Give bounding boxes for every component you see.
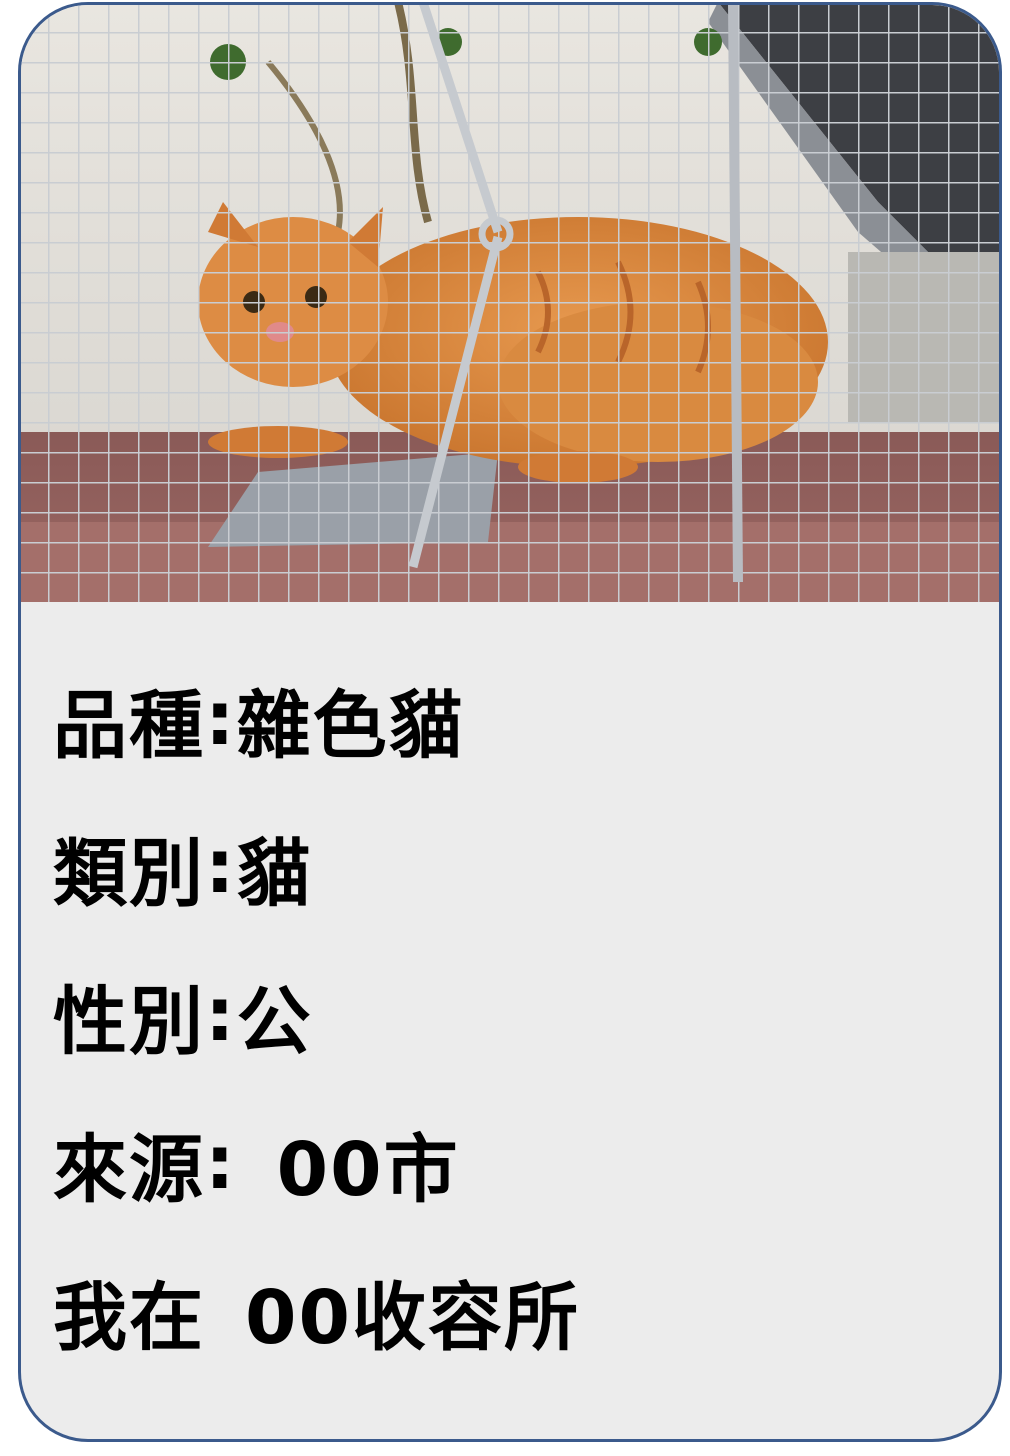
breed-value: 雜色貓 [236, 682, 465, 769]
breed-label: 品種 [53, 682, 205, 769]
sex-row: 性別: 公 [53, 941, 979, 1089]
source-colon: : [205, 1120, 237, 1206]
breed-row: 品種: 雜色貓 [53, 645, 979, 793]
breed-colon: : [205, 676, 237, 762]
location-row: 我在 00收容所 [53, 1237, 979, 1385]
category-label: 類別 [53, 830, 205, 917]
category-colon: : [205, 824, 237, 910]
animal-info: 品種: 雜色貓 類別: 貓 性別: 公 來源:00市 我在 00收容所 [53, 645, 979, 1385]
sex-value: 公 [236, 978, 313, 1065]
source-label: 來源 [53, 1126, 205, 1213]
category-row: 類別: 貓 [53, 793, 979, 941]
source-value: 00市 [276, 1126, 460, 1213]
animal-card: 品種: 雜色貓 類別: 貓 性別: 公 來源:00市 我在 00收容所 [18, 2, 1002, 1442]
source-row: 來源:00市 [53, 1089, 979, 1237]
location-label: 我在 [53, 1274, 205, 1361]
category-value: 貓 [236, 830, 313, 917]
sex-colon: : [205, 972, 237, 1058]
animal-photo [21, 5, 999, 602]
sex-label: 性別 [53, 978, 205, 1065]
cat-photo-icon [21, 5, 999, 602]
location-value: 00收容所 [245, 1274, 580, 1361]
